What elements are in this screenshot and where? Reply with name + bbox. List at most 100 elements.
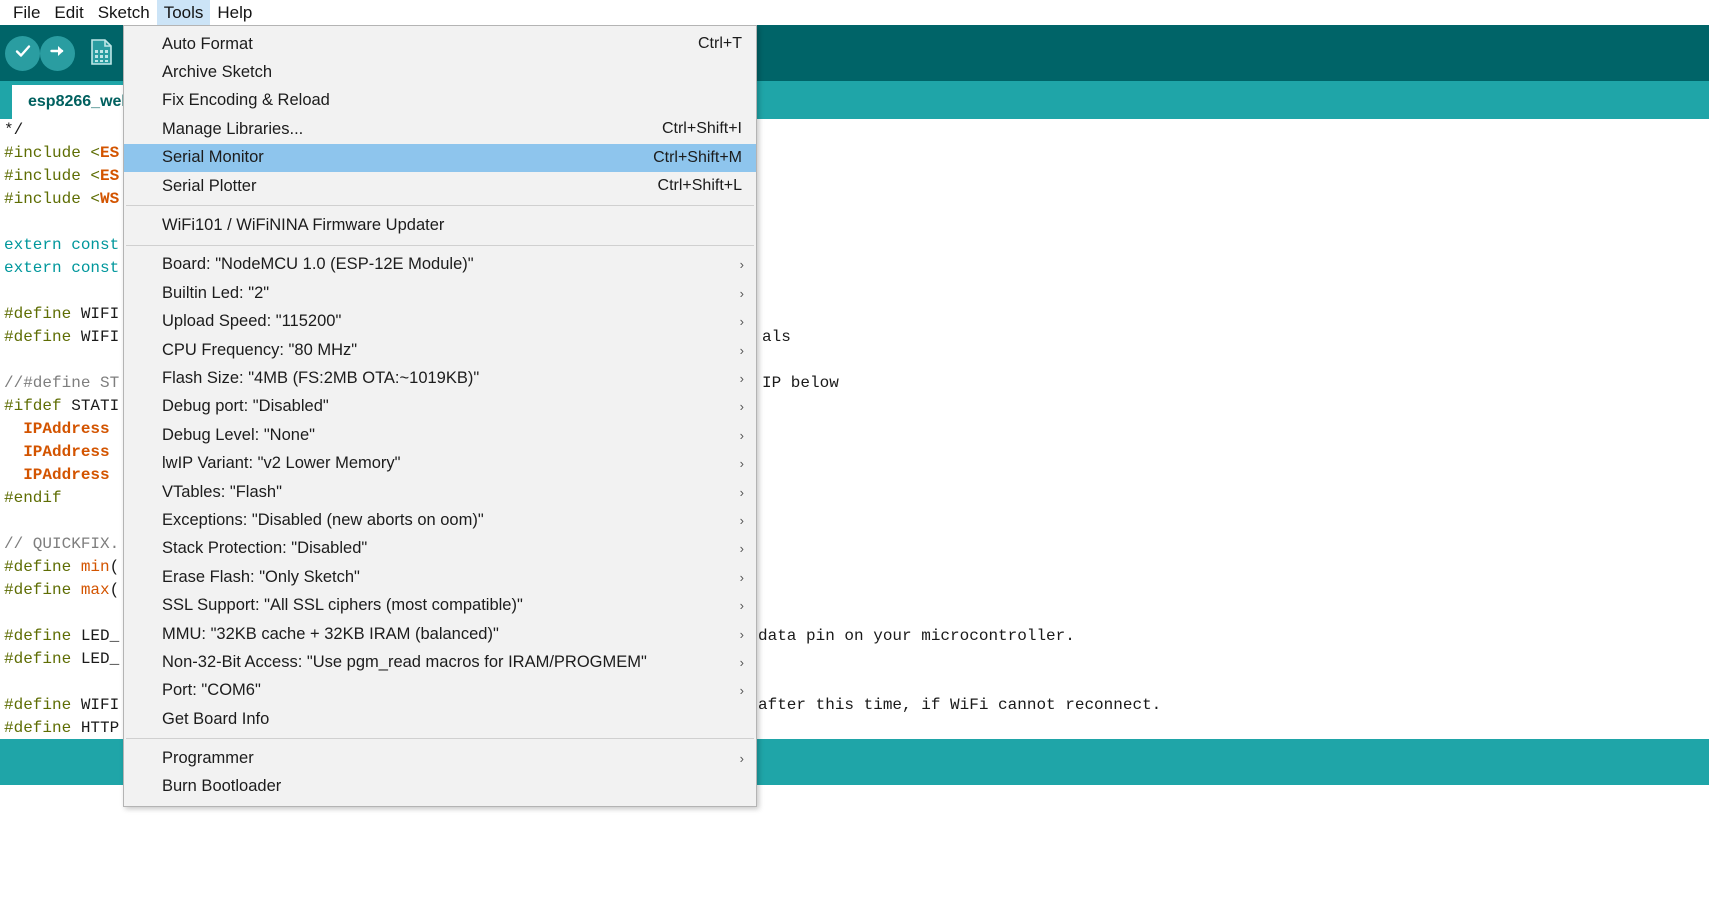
menu-item-label: Serial Plotter — [162, 176, 257, 195]
menu-item-fix-encoding-reload[interactable]: Fix Encoding & Reload — [124, 87, 756, 115]
menu-separator — [126, 244, 754, 246]
menu-item-upload-speed-115200[interactable]: Upload Speed: "115200" › — [124, 308, 756, 336]
menu-item-label: Manage Libraries... — [162, 119, 304, 138]
menu-item-vtables-flash[interactable]: VTables: "Flash" › — [124, 478, 756, 506]
chevron-right-icon: › — [739, 683, 744, 699]
code-line: // QUICKFIX. — [4, 533, 119, 556]
menu-item-lwip-variant-v2-lower-memory[interactable]: lwIP Variant: "v2 Lower Memory" › — [124, 449, 756, 477]
menu-item-stack-protection-disabled[interactable]: Stack Protection: "Disabled" › — [124, 535, 756, 563]
code-line: IPAddress — [4, 464, 110, 487]
code-token: #define — [4, 305, 81, 323]
menu-item-debug-level-none[interactable]: Debug Level: "None" › — [124, 421, 756, 449]
chevron-right-icon: › — [739, 541, 744, 557]
chevron-right-icon: › — [739, 512, 744, 528]
menu-item-label: Exceptions: "Disabled (new aborts on oom… — [162, 510, 484, 529]
menu-item-exceptions-disabled-new-aborts-on-oom[interactable]: Exceptions: "Disabled (new aborts on oom… — [124, 506, 756, 534]
menu-item-debug-port-disabled[interactable]: Debug port: "Disabled" › — [124, 393, 756, 421]
arrow-right-icon — [48, 41, 68, 66]
new-sketch-button[interactable] — [88, 38, 116, 69]
menubar-item-edit[interactable]: Edit — [47, 0, 90, 25]
menubar-item-sketch[interactable]: Sketch — [91, 0, 157, 25]
menu-item-label: Port: "COM6" — [162, 681, 261, 700]
arduino-ide-window: esp8266_wel */#include <ES #include <ES #i… — [0, 0, 1709, 917]
code-line: #endif — [4, 487, 62, 510]
code-line: #define LED_ — [4, 648, 119, 671]
menu-item-get-board-info[interactable]: Get Board Info — [124, 705, 756, 733]
menu-item-label: Upload Speed: "115200" — [162, 312, 342, 331]
code-line: #define min( — [4, 556, 119, 579]
menu-item-archive-sketch[interactable]: Archive Sketch — [124, 58, 756, 86]
code-token: WIFI — [80, 305, 120, 323]
code-token: #include < — [4, 144, 101, 162]
code-token: IPAddress — [4, 420, 110, 438]
menu-item-label: Serial Monitor — [162, 148, 264, 167]
menubar-item-help[interactable]: Help — [210, 0, 259, 25]
menu-item-wifi101-wifinina-firmware-updater[interactable]: WiFi101 / WiFiNINA Firmware Updater — [124, 211, 756, 239]
chevron-right-icon: › — [739, 626, 744, 642]
menu-item-label: VTables: "Flash" — [162, 482, 282, 501]
menu-item-label: Debug Level: "None" — [162, 425, 315, 444]
menubar-item-file[interactable]: File — [6, 0, 47, 25]
code-line: #define max( — [4, 579, 119, 602]
menu-item-board-nodemcu-1-0-esp-12e-module[interactable]: Board: "NodeMCU 1.0 (ESP-12E Module)" › — [124, 251, 756, 279]
code-token: #define — [4, 696, 81, 714]
code-token: #define — [4, 328, 81, 346]
menu-item-label: Non-32-Bit Access: "Use pgm_read macros … — [162, 652, 647, 671]
code-line-right: als — [762, 328, 791, 346]
code-token: min — [80, 558, 110, 576]
code-token: ES — [100, 167, 120, 185]
code-line: //#define ST — [4, 372, 119, 395]
chevron-right-icon: › — [739, 484, 744, 500]
code-line: #include <WS — [4, 188, 119, 211]
upload-button[interactable] — [40, 36, 75, 71]
code-line: #define HTTP — [4, 717, 119, 739]
menu-item-shortcut: Ctrl+Shift+I — [661, 120, 742, 138]
menu-item-auto-format[interactable]: Auto Format Ctrl+T — [124, 30, 756, 58]
code-line: extern const — [4, 257, 119, 280]
menu-item-mmu-32kb-cache-32kb-iram-balanced[interactable]: MMU: "32KB cache + 32KB IRAM (balanced)"… — [124, 620, 756, 648]
code-token: LED_ — [80, 650, 120, 668]
code-token: #include < — [4, 167, 101, 185]
verify-button[interactable] — [5, 36, 40, 71]
menu-item-erase-flash-only-sketch[interactable]: Erase Flash: "Only Sketch" › — [124, 563, 756, 591]
menu-item-label: Stack Protection: "Disabled" — [162, 539, 368, 558]
menu-item-label: Debug port: "Disabled" — [162, 397, 329, 416]
code-token: HTTP — [80, 719, 120, 737]
menu-item-serial-plotter[interactable]: Serial Plotter Ctrl+Shift+L — [124, 172, 756, 200]
code-line-right: data pin on your microcontroller. — [758, 627, 1075, 645]
code-line: IPAddress — [4, 418, 110, 441]
code-token: WIFI — [80, 696, 120, 714]
chevron-right-icon: › — [739, 257, 744, 273]
code-token: max — [80, 581, 110, 599]
code-line: #include <ES — [4, 142, 119, 165]
code-line-right: after this time, if WiFi cannot reconnec… — [758, 696, 1162, 714]
code-token: #define — [4, 627, 81, 645]
chevron-right-icon: › — [739, 285, 744, 301]
menu-item-builtin-led-2[interactable]: Builtin Led: "2" › — [124, 279, 756, 307]
tools-dropdown-menu: Auto Format Ctrl+T Archive Sketch Fix Encod… — [123, 25, 757, 808]
menu-item-flash-size-4mb-fs-2mb-ota-1019kb[interactable]: Flash Size: "4MB (FS:2MB OTA:~1019KB)" › — [124, 364, 756, 392]
code-token: IPAddress — [4, 443, 110, 461]
menu-item-programmer[interactable]: Programmer › — [124, 744, 756, 772]
code-token: #include < — [4, 190, 101, 208]
menu-item-label: Auto Format — [162, 34, 253, 53]
code-token: // QUICKFIX. — [4, 535, 120, 553]
chevron-right-icon: › — [739, 314, 744, 330]
code-token: WIFI — [80, 328, 120, 346]
code-token: #define — [4, 650, 81, 668]
code-token: IPAddress — [4, 466, 110, 484]
menu-item-cpu-frequency-80-mhz[interactable]: CPU Frequency: "80 MHz" › — [124, 336, 756, 364]
chevron-right-icon: › — [739, 370, 744, 386]
menu-item-non-32-bit-access-use-pgm-read-macros-fo[interactable]: Non-32-Bit Access: "Use pgm_read macros … — [124, 648, 756, 676]
menu-item-label: SSL Support: "All SSL ciphers (most comp… — [162, 596, 523, 615]
chevron-right-icon: › — [739, 654, 744, 670]
menu-item-label: MMU: "32KB cache + 32KB IRAM (balanced)" — [162, 624, 499, 643]
menu-item-ssl-support-all-ssl-ciphers-most-compati[interactable]: SSL Support: "All SSL ciphers (most comp… — [124, 591, 756, 619]
menu-item-manage-libraries[interactable]: Manage Libraries... Ctrl+Shift+I — [124, 115, 756, 143]
code-token: ( — [109, 558, 120, 576]
menubar-item-tools[interactable]: Tools — [156, 0, 211, 25]
code-token: //#define ST — [4, 374, 120, 392]
menu-item-port-com6[interactable]: Port: "COM6" › — [124, 677, 756, 705]
menu-item-burn-bootloader[interactable]: Burn Bootloader — [124, 773, 756, 801]
menu-item-serial-monitor[interactable]: Serial Monitor Ctrl+Shift+M — [124, 143, 756, 172]
